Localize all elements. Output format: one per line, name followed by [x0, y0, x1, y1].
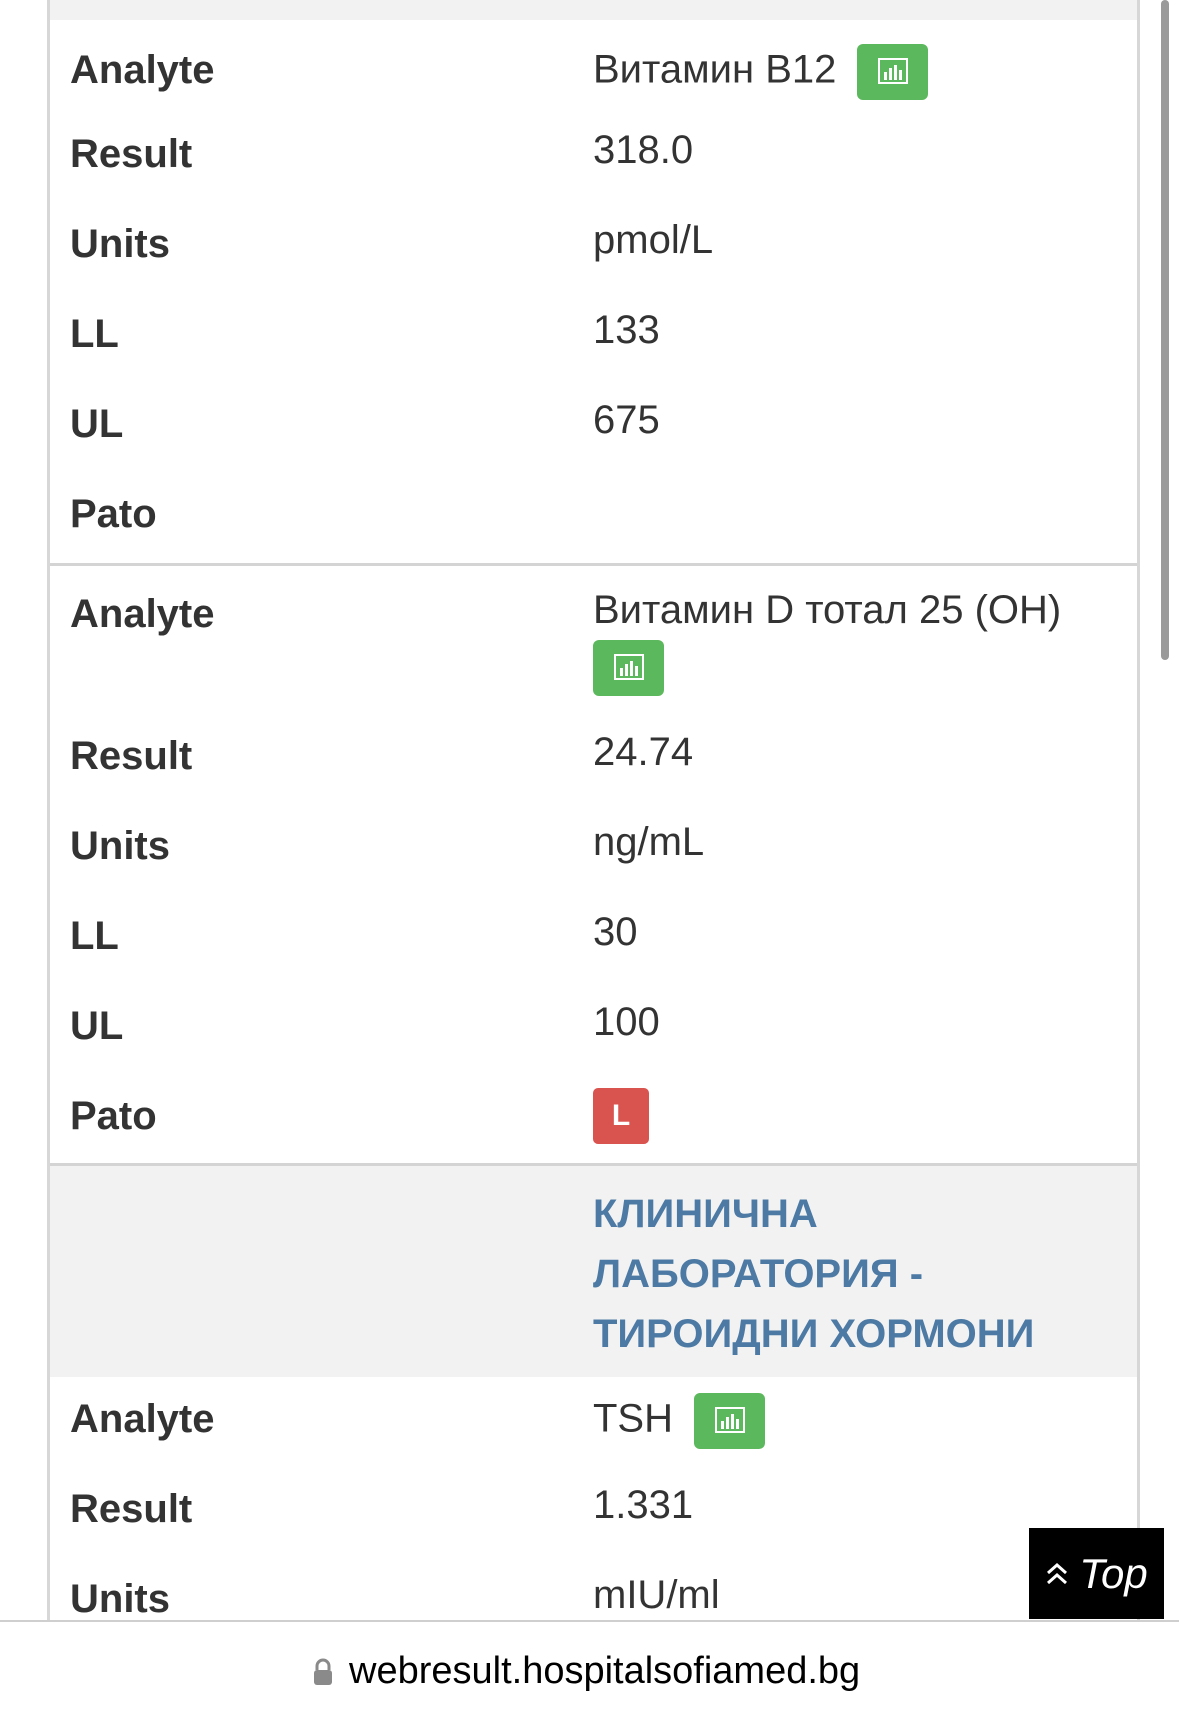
results-table: Analyte Витамин B12 Result 318.0 Units p…	[47, 0, 1140, 1621]
result-record: Analyte TSH Result 1.331 Units mIU/ml	[50, 1377, 1137, 1637]
result-value: 318.0	[593, 128, 694, 172]
label-pato: Pato	[70, 1094, 157, 1138]
chart-button[interactable]	[857, 44, 929, 100]
label-units: Units	[70, 222, 170, 266]
analyte-name: Витамин D тотал 25 (OH)	[593, 588, 1062, 632]
back-to-top-label: Top	[1079, 1549, 1148, 1597]
label-ll: LL	[70, 312, 119, 356]
url-text: webresult.hospitalsofiamed.bg	[349, 1650, 861, 1692]
browser-address-bar[interactable]: webresult.hospitalsofiamed.bg	[0, 1620, 1179, 1711]
result-value: 24.74	[593, 730, 694, 774]
section-title: КЛИНИЧНА ЛАБОРАТОРИЯ - ТИРОИДНИ ХОРМОНИ	[593, 1192, 1035, 1356]
lock-icon	[314, 1658, 332, 1685]
chart-button[interactable]	[694, 1393, 766, 1449]
label-analyte: Analyte	[70, 1397, 215, 1441]
label-analyte: Analyte	[70, 592, 215, 636]
bar-chart-icon	[715, 1407, 746, 1433]
units-value: pmol/L	[593, 218, 714, 262]
label-ll: LL	[70, 914, 119, 958]
label-result: Result	[70, 734, 193, 778]
results-page: Analyte Витамин B12 Result 318.0 Units p…	[0, 0, 1179, 1711]
ll-value: 30	[593, 910, 638, 954]
result-value: 1.331	[593, 1483, 694, 1527]
ul-value: 100	[593, 1000, 660, 1044]
analyte-value: Витамин B12	[593, 44, 929, 100]
units-value: ng/mL	[593, 820, 705, 864]
label-result: Result	[70, 132, 193, 176]
label-result: Result	[70, 1487, 193, 1531]
analyte-name: Витамин B12	[593, 47, 837, 92]
label-ul: UL	[70, 1004, 124, 1048]
label-units: Units	[70, 1577, 170, 1621]
double-chevron-up-icon	[1047, 1562, 1068, 1584]
analyte-name: TSH	[593, 1396, 673, 1441]
scrollbar[interactable]	[1161, 0, 1169, 660]
ll-value: 133	[593, 308, 660, 352]
section-header-strip	[50, 0, 1137, 20]
section-header: КЛИНИЧНА ЛАБОРАТОРИЯ - ТИРОИДНИ ХОРМОНИ	[50, 1163, 1137, 1377]
analyte-value: Витамин D тотал 25 (OH)	[593, 588, 1113, 696]
ul-value: 675	[593, 398, 660, 442]
analyte-value: TSH	[593, 1393, 766, 1449]
label-pato: Pato	[70, 492, 157, 536]
bar-chart-icon	[614, 654, 644, 680]
chart-button[interactable]	[593, 640, 664, 696]
label-units: Units	[70, 824, 170, 868]
result-record: Analyte Витамин B12 Result 318.0 Units p…	[50, 20, 1137, 563]
bar-chart-icon	[878, 58, 909, 84]
result-record: Analyte Витамин D тотал 25 (OH) Result 2…	[50, 563, 1137, 1166]
units-value: mIU/ml	[593, 1573, 720, 1617]
address-bar-content: webresult.hospitalsofiamed.bg	[313, 1650, 860, 1693]
label-analyte: Analyte	[70, 48, 215, 92]
pato-flag-badge: L	[593, 1088, 649, 1144]
label-ul: UL	[70, 402, 124, 446]
back-to-top-button[interactable]: Top	[1029, 1528, 1164, 1619]
pato-value: L	[593, 1088, 649, 1144]
